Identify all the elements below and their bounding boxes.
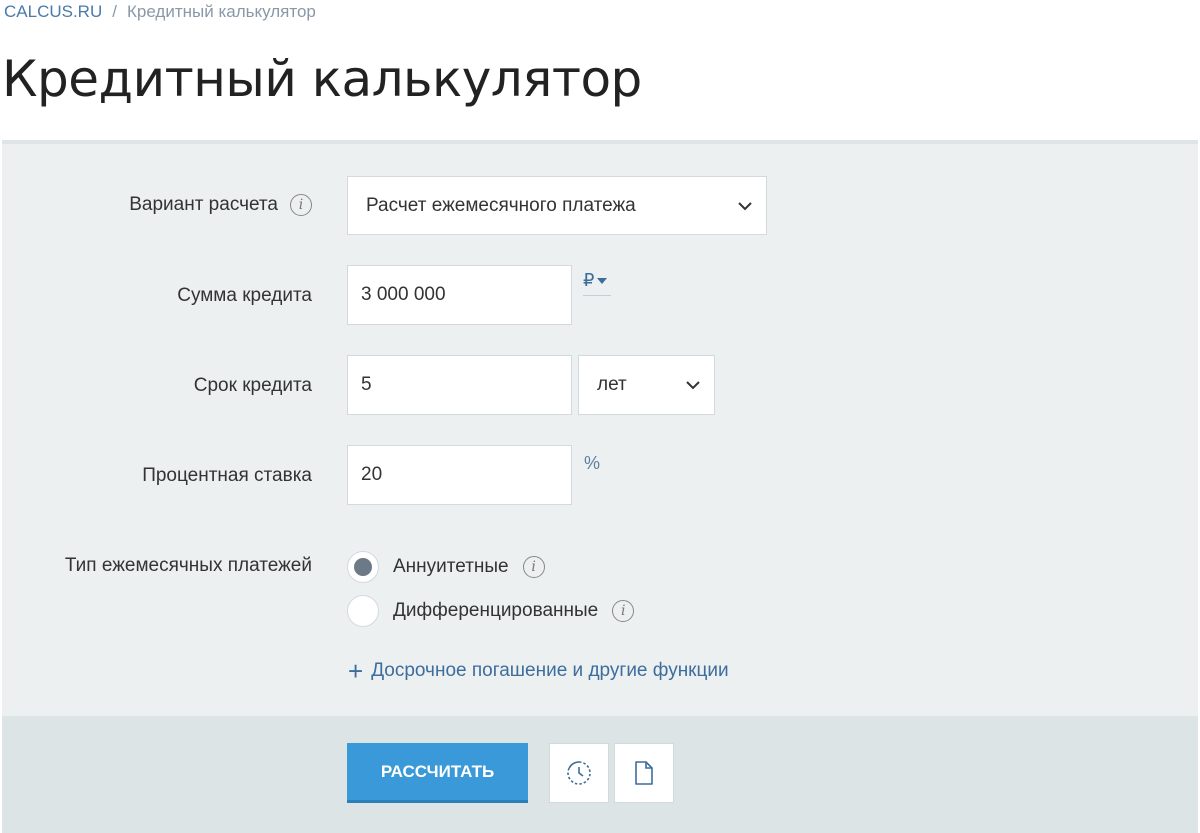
radio-button-unchecked[interactable] xyxy=(347,595,379,627)
radio-differentiated-label: Дифференцированные xyxy=(393,600,599,621)
loan-term-value: 5 xyxy=(361,374,372,395)
plus-icon: + xyxy=(348,656,364,686)
interest-rate-label: Процентная ставка xyxy=(142,465,312,487)
chevron-down-icon xyxy=(686,381,700,390)
info-icon[interactable]: i xyxy=(522,556,545,578)
loan-term-unit-select[interactable]: лет xyxy=(578,355,715,415)
extra-functions-label: Досрочное погашение и другие функции xyxy=(371,660,729,681)
payment-type-label: Тип ежемесячных платежей xyxy=(65,555,312,577)
history-button[interactable] xyxy=(549,743,609,803)
loan-amount-label-text: Сумма кредита xyxy=(177,285,312,306)
loan-amount-value: 3 000 000 xyxy=(361,284,446,305)
extra-functions-link[interactable]: + Досрочное погашение и другие функции xyxy=(348,656,729,686)
page-title: Кредитный калькулятор xyxy=(2,50,642,108)
calc-variant-select[interactable]: Расчет ежемесячного платежа xyxy=(347,176,767,235)
interest-rate-label-text: Процентная ставка xyxy=(142,465,312,486)
payment-type-label-text: Тип ежемесячных платежей xyxy=(64,555,312,576)
radio-button-checked[interactable] xyxy=(347,551,379,583)
interest-rate-value: 20 xyxy=(361,464,383,485)
calculate-button[interactable]: РАССЧИТАТЬ xyxy=(347,743,528,803)
breadcrumb-separator: / xyxy=(112,2,117,21)
loan-term-input[interactable]: 5 xyxy=(347,355,572,415)
caret-down-icon xyxy=(597,277,608,284)
calc-variant-label-text: Вариант расчета xyxy=(129,194,278,215)
loan-term-unit-value: лет xyxy=(597,374,627,395)
radio-annuity-label: Аннуитетные xyxy=(393,556,509,577)
loan-term-label-text: Срок кредита xyxy=(193,375,312,396)
radio-annuity[interactable]: Аннуитетные i xyxy=(347,551,545,583)
percent-suffix: % xyxy=(584,453,601,473)
loan-amount-label: Сумма кредита xyxy=(177,285,312,307)
loan-amount-input[interactable]: 3 000 000 xyxy=(347,265,572,325)
calc-variant-label: Вариант расчета i xyxy=(129,194,312,216)
currency-dropdown[interactable]: ₽ xyxy=(583,270,611,296)
radio-differentiated[interactable]: Дифференцированные i xyxy=(347,595,635,627)
document-icon xyxy=(635,761,653,785)
interest-rate-input[interactable]: 20 xyxy=(347,445,572,505)
history-icon xyxy=(567,761,591,785)
calc-variant-value: Расчет ежемесячного платежа xyxy=(366,194,636,216)
document-button[interactable] xyxy=(614,743,674,803)
chevron-down-icon xyxy=(738,201,752,210)
loan-term-label: Срок кредита xyxy=(194,375,312,397)
info-icon[interactable]: i xyxy=(290,194,312,216)
breadcrumb-home-link[interactable]: CALCUS.RU xyxy=(4,2,102,22)
currency-symbol: ₽ xyxy=(583,270,595,290)
breadcrumb: CALCUS.RU / Кредитный калькулятор xyxy=(4,2,316,22)
info-icon[interactable]: i xyxy=(612,600,635,622)
breadcrumb-current: Кредитный калькулятор xyxy=(126,2,316,21)
